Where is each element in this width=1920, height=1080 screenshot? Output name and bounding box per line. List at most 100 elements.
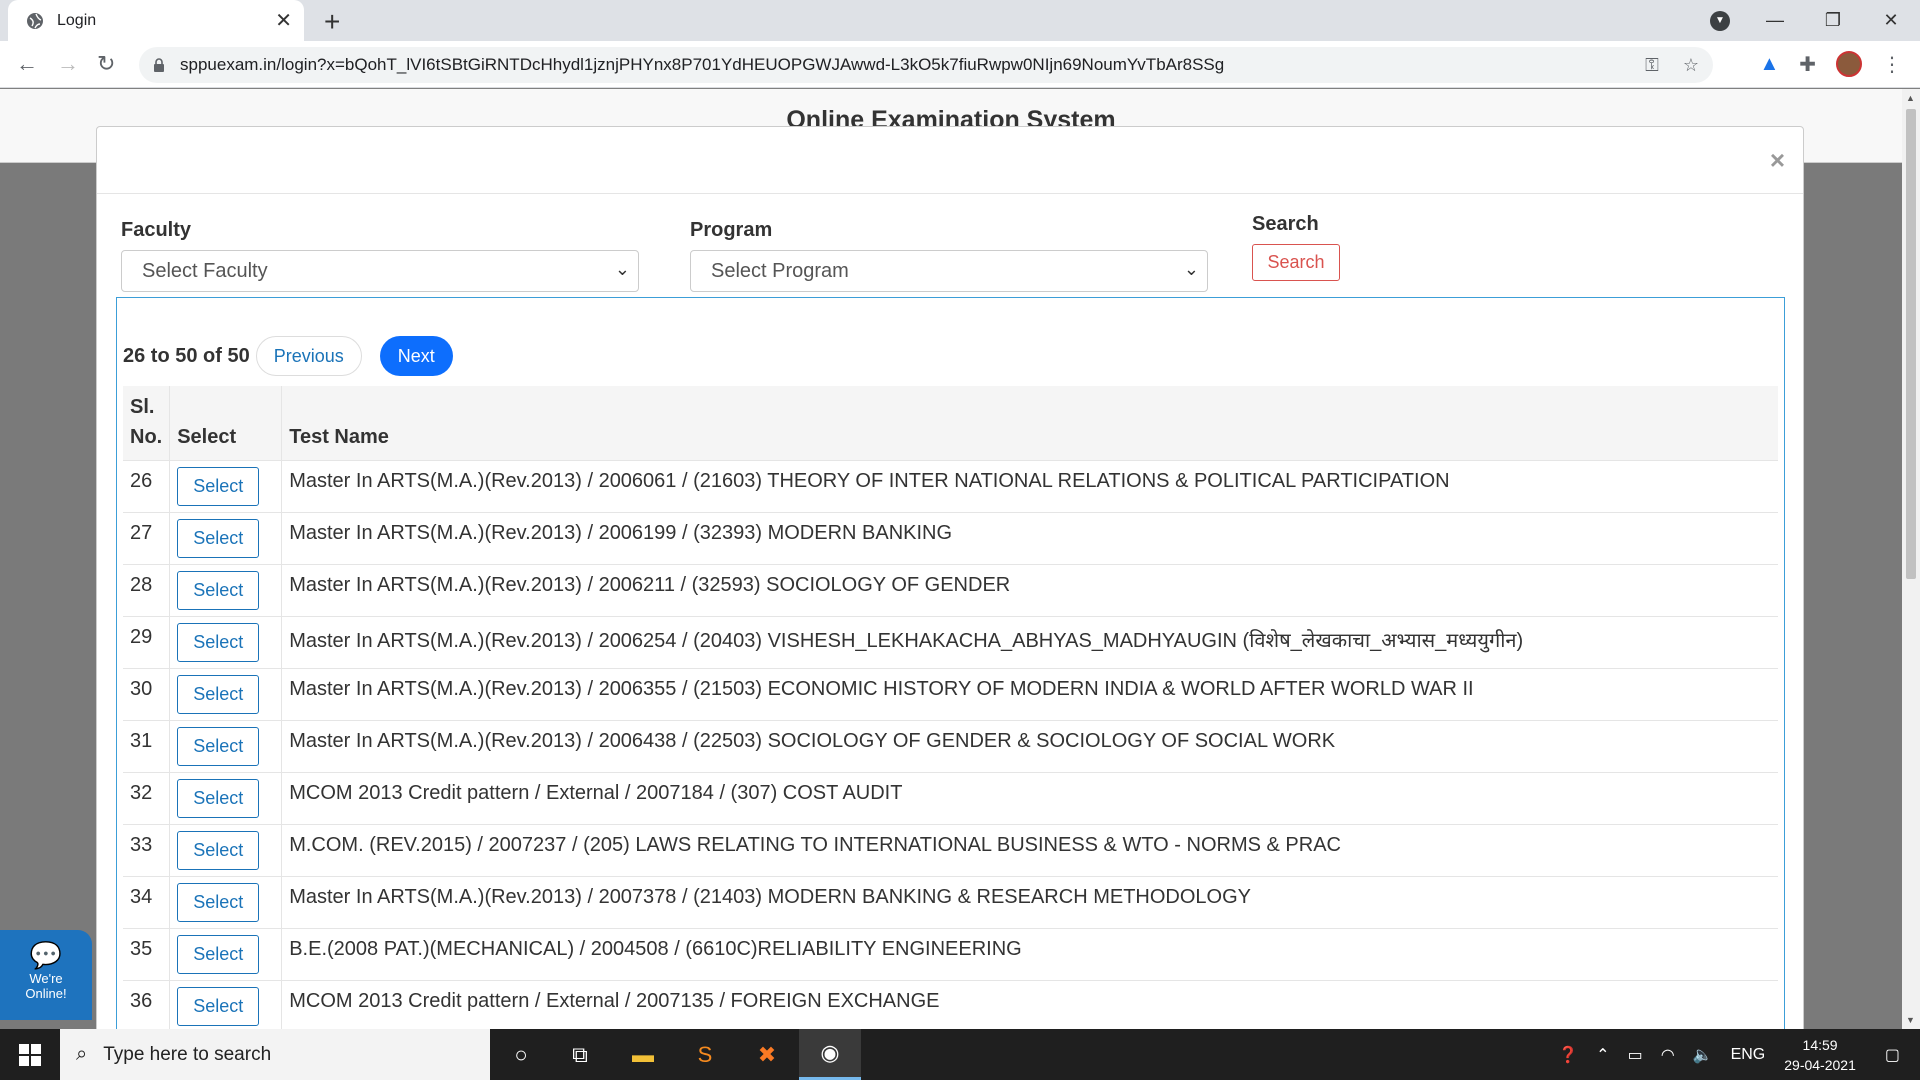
program-label: Program [690, 219, 773, 241]
chat-line-2: Online! [25, 986, 67, 1001]
row-test-name: Master In ARTS(M.A.)(Rev.2013) / 2006061… [281, 460, 1778, 513]
row-select-cell: Select [169, 928, 283, 981]
chrome-icon[interactable]: ◉ [799, 1029, 861, 1080]
row-select-button[interactable]: Select [177, 623, 260, 662]
row-select-button[interactable]: Select [177, 571, 260, 610]
row-select-button[interactable]: Select [177, 831, 260, 870]
clock-date: 29-04-2021 [1784, 1056, 1856, 1073]
cortana-icon[interactable]: ○ [490, 1029, 552, 1080]
table-row: 33 Select M.COM. (REV.2015) / 2007237 / (2… [123, 824, 1778, 877]
row-test-name: M.COM. (REV.2015) / 2007237 / (205) LAWS… [281, 824, 1778, 877]
task-view-icon[interactable]: ⧉ [549, 1029, 611, 1080]
next-button[interactable]: Next [379, 336, 453, 376]
tab-search-icon[interactable]: ▼ [1710, 11, 1730, 31]
xampp-icon[interactable]: ✖ [736, 1029, 798, 1080]
row-test-name: MCOM 2013 Credit pattern / External / 20… [281, 772, 1778, 825]
forward-icon[interactable]: → [57, 51, 79, 77]
row-select-cell: Select [169, 616, 283, 669]
col-header-no: No. [130, 426, 163, 448]
chat-bubble-icon: 💬 [29, 940, 63, 970]
windows-start-icon[interactable] [0, 1029, 60, 1080]
search-label: Search [1252, 213, 1319, 235]
scroll-up-icon[interactable]: ▲ [1906, 93, 1915, 103]
row-select-cell: Select [169, 564, 283, 617]
wifi-icon[interactable]: ◠ [1661, 1045, 1675, 1065]
row-test-name: Master In ARTS(M.A.)(Rev.2013) / 2006438… [281, 720, 1778, 773]
row-select-button[interactable]: Select [177, 987, 260, 1026]
lock-icon [154, 58, 164, 72]
modal-close-icon[interactable]: × [1770, 145, 1785, 176]
back-icon[interactable]: ← [16, 51, 38, 77]
browser-tab[interactable]: Login ✕ [8, 0, 304, 41]
browser-toolbar: ← → ↻ sppuexam.in/login?x=bQohT_lVI6tSBt… [0, 41, 1920, 88]
page-viewport: Online Examination System × Faculty Sele… [0, 89, 1902, 1029]
table-row: 31 Select Master In ARTS(M.A.)(Rev.2013) /… [123, 720, 1778, 773]
program-select-value: Select Program [711, 259, 849, 282]
notifications-icon[interactable]: ▢ [1885, 1045, 1900, 1065]
minimize-icon[interactable]: — [1746, 10, 1804, 31]
address-bar[interactable]: sppuexam.in/login?x=bQohT_lVI6tSBtGiRNTD… [139, 47, 1713, 83]
reload-icon[interactable]: ↻ [97, 51, 115, 77]
row-test-name: MCOM 2013 Credit pattern / External / 20… [281, 980, 1778, 1029]
row-sl-no: 29 [123, 616, 171, 669]
row-select-cell: Select [169, 876, 283, 929]
language-indicator[interactable]: ENG [1731, 1046, 1766, 1064]
table-row: 32 Select MCOM 2013 Credit pattern / Exter… [123, 772, 1778, 825]
table-row: 27 Select Master In ARTS(M.A.)(Rev.2013) /… [123, 512, 1778, 565]
faculty-label: Faculty [121, 219, 192, 241]
row-select-button[interactable]: Select [177, 779, 260, 818]
taskbar-search[interactable]: ⌕ Type here to search [60, 1029, 490, 1080]
chevron-up-icon[interactable]: ⌃ [1596, 1045, 1609, 1065]
key-icon[interactable]: ⚿ [1645, 55, 1659, 76]
row-select-cell: Select [169, 720, 283, 773]
row-select-button[interactable]: Select [177, 675, 260, 714]
bookmark-star-icon[interactable]: ☆ [1683, 55, 1699, 76]
globe-icon [27, 12, 43, 29]
previous-button[interactable]: Previous [255, 336, 362, 376]
file-explorer-icon[interactable]: ▬ [612, 1029, 674, 1080]
row-select-button[interactable]: Select [177, 883, 260, 922]
volume-icon[interactable]: 🔈 [1693, 1045, 1713, 1065]
row-select-button[interactable]: Select [177, 935, 260, 974]
battery-icon[interactable]: ▭ [1628, 1045, 1643, 1065]
row-sl-no: 27 [123, 512, 171, 565]
row-select-cell: Select [169, 512, 283, 565]
sublime-text-icon[interactable]: S [674, 1029, 736, 1080]
tab-close-icon[interactable]: ✕ [275, 8, 292, 33]
row-sl-no: 28 [123, 564, 171, 617]
scroll-down-icon[interactable]: ▼ [1906, 1015, 1915, 1025]
search-button[interactable]: Search [1252, 244, 1340, 281]
row-test-name: B.E.(2008 PAT.)(MECHANICAL) / 2004508 / … [281, 928, 1778, 981]
faculty-select[interactable]: Select Faculty ⌄ [121, 250, 639, 292]
extensions-puzzle-icon[interactable]: ✚ [1799, 52, 1816, 77]
clock[interactable]: 14:59 29-04-2021 [1784, 1035, 1856, 1075]
test-select-modal: × Faculty Select Faculty ⌄ Program Selec… [96, 126, 1804, 1029]
table-row: 26 Select Master In ARTS(M.A.)(Rev.2013) /… [123, 460, 1778, 513]
row-select-cell: Select [169, 772, 283, 825]
row-select-button[interactable]: Select [177, 467, 260, 506]
row-sl-no: 34 [123, 876, 171, 929]
tests-table: Sl. No. Select Test Name 26 Select Master … [123, 386, 1778, 1029]
menu-kebab-icon[interactable]: ⋮ [1882, 52, 1902, 77]
page-scrollbar[interactable]: ▲ ▼ [1902, 89, 1920, 1029]
table-row: 30 Select Master In ARTS(M.A.)(Rev.2013) /… [123, 668, 1778, 721]
live-chat-widget[interactable]: 💬 We're Online! [0, 930, 92, 1020]
profile-avatar[interactable] [1836, 51, 1862, 77]
row-select-button[interactable]: Select [177, 727, 260, 766]
taskbar-search-placeholder: Type here to search [103, 1043, 272, 1065]
scrollbar-thumb[interactable] [1906, 109, 1916, 579]
search-icon: ⌕ [76, 1043, 88, 1065]
row-sl-no: 35 [123, 928, 171, 981]
program-select[interactable]: Select Program ⌄ [690, 250, 1208, 292]
chevron-down-icon: ⌄ [614, 259, 630, 279]
row-select-button[interactable]: Select [177, 519, 260, 558]
help-icon[interactable]: ❓ [1558, 1045, 1578, 1065]
modal-header: × [97, 127, 1803, 194]
close-window-icon[interactable]: ✕ [1862, 10, 1920, 31]
new-tab-icon[interactable]: + [324, 6, 340, 38]
restore-icon[interactable]: ❐ [1804, 10, 1862, 31]
extension-a-icon[interactable]: ▲ [1759, 53, 1779, 76]
row-test-name: Master In ARTS(M.A.)(Rev.2013) / 2006199… [281, 512, 1778, 565]
row-sl-no: 26 [123, 460, 171, 513]
faculty-select-value: Select Faculty [142, 259, 268, 282]
